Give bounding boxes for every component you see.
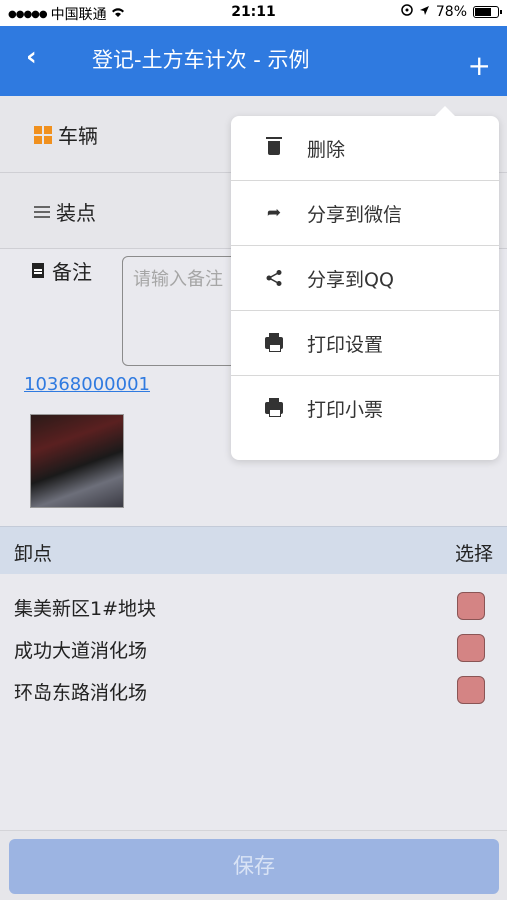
- unload-point-name: 环岛东路消化场: [14, 682, 148, 704]
- menu-item-share-wechat[interactable]: ➦ 分享到微信: [231, 181, 499, 246]
- page-title: 登记-土方车计次 - 示例: [92, 48, 310, 72]
- printer-icon: [263, 333, 285, 353]
- printer-icon: [263, 398, 285, 418]
- menu-item-label: 分享到微信: [307, 204, 403, 226]
- unload-section-header: 卸点 选择: [0, 526, 507, 574]
- unload-header-title: 卸点: [14, 543, 53, 565]
- load-point-label: 装点: [56, 201, 96, 225]
- load-point-label-group: 装点: [34, 197, 96, 226]
- list-lines-icon: [34, 205, 50, 218]
- action-popover-menu: 删除 ➦ 分享到微信 分享到QQ 打印设置 打印小票: [231, 106, 499, 460]
- vehicle-label-group: 车辆: [34, 120, 98, 149]
- unload-checkbox[interactable]: [457, 676, 485, 704]
- list-item[interactable]: 集美新区1#地块: [0, 586, 507, 626]
- share-nodes-icon: [263, 268, 285, 288]
- unload-point-name: 成功大道消化场: [14, 640, 148, 662]
- navigation-bar: ‹ 登记-土方车计次 - 示例 +: [0, 26, 507, 96]
- battery-icon: [473, 6, 502, 18]
- status-right: 78%: [401, 4, 502, 20]
- remark-placeholder: 请输入备注: [133, 269, 223, 290]
- alarm-icon: [401, 4, 413, 20]
- unload-header-select: 选择: [454, 543, 493, 565]
- vehicle-label: 车辆: [58, 124, 98, 148]
- battery-fill: [475, 8, 491, 16]
- menu-item-delete[interactable]: 删除: [231, 116, 499, 181]
- menu-item-label: 分享到QQ: [307, 269, 394, 291]
- menu-item-share-qq[interactable]: 分享到QQ: [231, 246, 499, 311]
- photo-thumbnail[interactable]: [30, 414, 124, 508]
- back-chevron-icon[interactable]: ‹: [26, 42, 37, 72]
- document-icon: [32, 263, 44, 278]
- unload-checkbox[interactable]: [457, 592, 485, 620]
- phone-link[interactable]: 10368000001: [24, 374, 150, 395]
- menu-item-print-receipt[interactable]: 打印小票: [231, 376, 499, 441]
- remark-label: 备注: [52, 260, 92, 284]
- menu-item-print-settings[interactable]: 打印设置: [231, 311, 499, 376]
- share-arrow-icon: ➦: [266, 203, 282, 223]
- menu-item-label: 打印小票: [307, 399, 384, 421]
- menu-item-label: 删除: [307, 139, 346, 161]
- battery-percent: 78%: [435, 4, 467, 20]
- status-bar: ●●●●● 中国联通 21:11 78%: [0, 0, 507, 26]
- menu-item-label: 打印设置: [307, 334, 384, 356]
- unload-checkbox[interactable]: [457, 634, 485, 662]
- add-button[interactable]: +: [468, 52, 491, 80]
- save-bar: 保存: [0, 830, 507, 900]
- list-item[interactable]: 环岛东路消化场: [0, 670, 507, 710]
- unload-point-name: 集美新区1#地块: [14, 598, 157, 620]
- save-button[interactable]: 保存: [9, 839, 499, 894]
- location-arrow-icon: [419, 4, 430, 20]
- grid-icon: [34, 125, 52, 144]
- remark-label-group: 备注: [32, 256, 92, 285]
- popover-arrow: [435, 106, 455, 116]
- trash-icon: [263, 137, 285, 158]
- list-item[interactable]: 成功大道消化场: [0, 628, 507, 668]
